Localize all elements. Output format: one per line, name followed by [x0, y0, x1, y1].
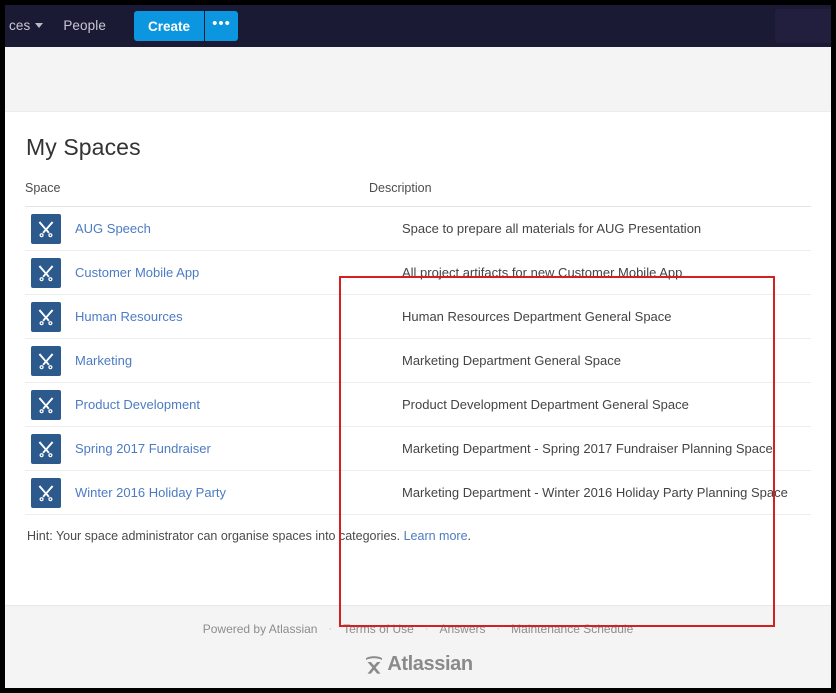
space-description-cell: Marketing Department General Space: [369, 338, 811, 383]
space-description-cell: All project artifacts for new Customer M…: [369, 250, 811, 295]
table-row: Marketing Marketing Department General Sp…: [25, 338, 811, 383]
page-footer: Powered by Atlassian · Terms of Use · Answer…: [5, 605, 831, 688]
page-title: My Spaces: [26, 134, 141, 160]
browser-viewport: ces People Create ••• My Spaces Space De…: [5, 5, 831, 688]
space-description-cell: Space to prepare all materials for AUG P…: [369, 206, 811, 251]
create-button[interactable]: Create: [133, 11, 204, 41]
table-row: Product Development Product Development D…: [25, 382, 811, 427]
top-navigation-bar: ces People Create •••: [5, 5, 831, 47]
main-content: My Spaces Space Description AUG Speech Sp…: [5, 112, 831, 627]
nav-primary-items: ces People Create •••: [5, 5, 238, 47]
hint-trailing: .: [467, 529, 472, 543]
table-row: Spring 2017 Fundraiser Marketing Departme…: [25, 426, 811, 471]
nav-profile-slot[interactable]: [775, 9, 831, 43]
table-row: Winter 2016 Holiday Party Marketing Depar…: [25, 470, 811, 515]
space-avatar-icon: [31, 257, 61, 288]
space-avatar-icon: [31, 301, 61, 332]
space-avatar-icon: [31, 477, 61, 508]
space-avatar-icon: [31, 345, 61, 376]
page-header-band: [5, 47, 831, 112]
space-description-cell: Product Development Department General S…: [369, 382, 811, 427]
table-row: AUG Speech Space to prepare all materials…: [25, 206, 811, 251]
create-button-group: Create •••: [133, 11, 238, 41]
column-header-space[interactable]: Space: [25, 177, 369, 207]
nav-item-people[interactable]: People: [49, 5, 120, 47]
space-link[interactable]: Customer Mobile App: [75, 265, 199, 280]
create-more-button[interactable]: •••: [203, 11, 238, 41]
space-description-cell: Marketing Department - Spring 2017 Fundr…: [369, 426, 811, 471]
space-cell: AUG Speech: [25, 206, 369, 251]
column-header-description[interactable]: Description: [369, 177, 811, 207]
hint-text: Hint: Your space administrator can organ…: [25, 515, 811, 543]
space-description-cell: Human Resources Department General Space: [369, 294, 811, 339]
nav-item-spaces[interactable]: ces: [5, 5, 49, 47]
space-cell: Winter 2016 Holiday Party: [25, 470, 369, 515]
space-avatar-icon: [31, 389, 61, 420]
table-header-row: Space Description: [25, 177, 811, 207]
learn-more-link[interactable]: Learn more: [404, 529, 468, 543]
spaces-table-head: Space Description: [25, 177, 811, 207]
space-link[interactable]: Human Resources: [75, 309, 183, 324]
space-avatar-icon: [31, 433, 61, 464]
space-cell: Human Resources: [25, 294, 369, 339]
space-link[interactable]: Product Development: [75, 397, 200, 412]
footer-links: Powered by Atlassian · Terms of Use · Answer…: [192, 622, 645, 636]
space-link[interactable]: Marketing: [75, 353, 132, 368]
hint-message: Hint: Your space administrator can organ…: [27, 529, 404, 543]
spaces-table: Space Description AUG Speech Space to pre…: [25, 177, 811, 515]
space-description-cell: Marketing Department - Winter 2016 Holid…: [369, 470, 811, 515]
footer-link[interactable]: Terms of Use: [332, 622, 425, 636]
space-cell: Customer Mobile App: [25, 250, 369, 295]
space-cell: Marketing: [25, 338, 369, 383]
footer-link[interactable]: Powered by Atlassian: [192, 622, 329, 636]
atlassian-wordmark: Atlassian: [387, 653, 473, 675]
footer-link[interactable]: Maintenance Schedule: [500, 622, 644, 636]
space-link[interactable]: Spring 2017 Fundraiser: [75, 441, 211, 456]
footer-link[interactable]: Answers: [428, 622, 496, 636]
space-cell: Product Development: [25, 382, 369, 427]
atlassian-logo: Atlassian: [363, 653, 473, 676]
chevron-down-icon: [35, 23, 44, 28]
spaces-table-body: AUG Speech Space to prepare all materials…: [25, 206, 811, 515]
space-cell: Spring 2017 Fundraiser: [25, 426, 369, 471]
nav-item-spaces-label: ces: [9, 18, 31, 33]
table-row: Human Resources Human Resources Departmen…: [25, 294, 811, 339]
space-link[interactable]: AUG Speech: [75, 221, 151, 236]
space-avatar-icon: [31, 213, 61, 244]
atlassian-mark-icon: [366, 655, 383, 674]
space-link[interactable]: Winter 2016 Holiday Party: [75, 485, 226, 500]
table-row: Customer Mobile App All project artifacts…: [25, 250, 811, 295]
